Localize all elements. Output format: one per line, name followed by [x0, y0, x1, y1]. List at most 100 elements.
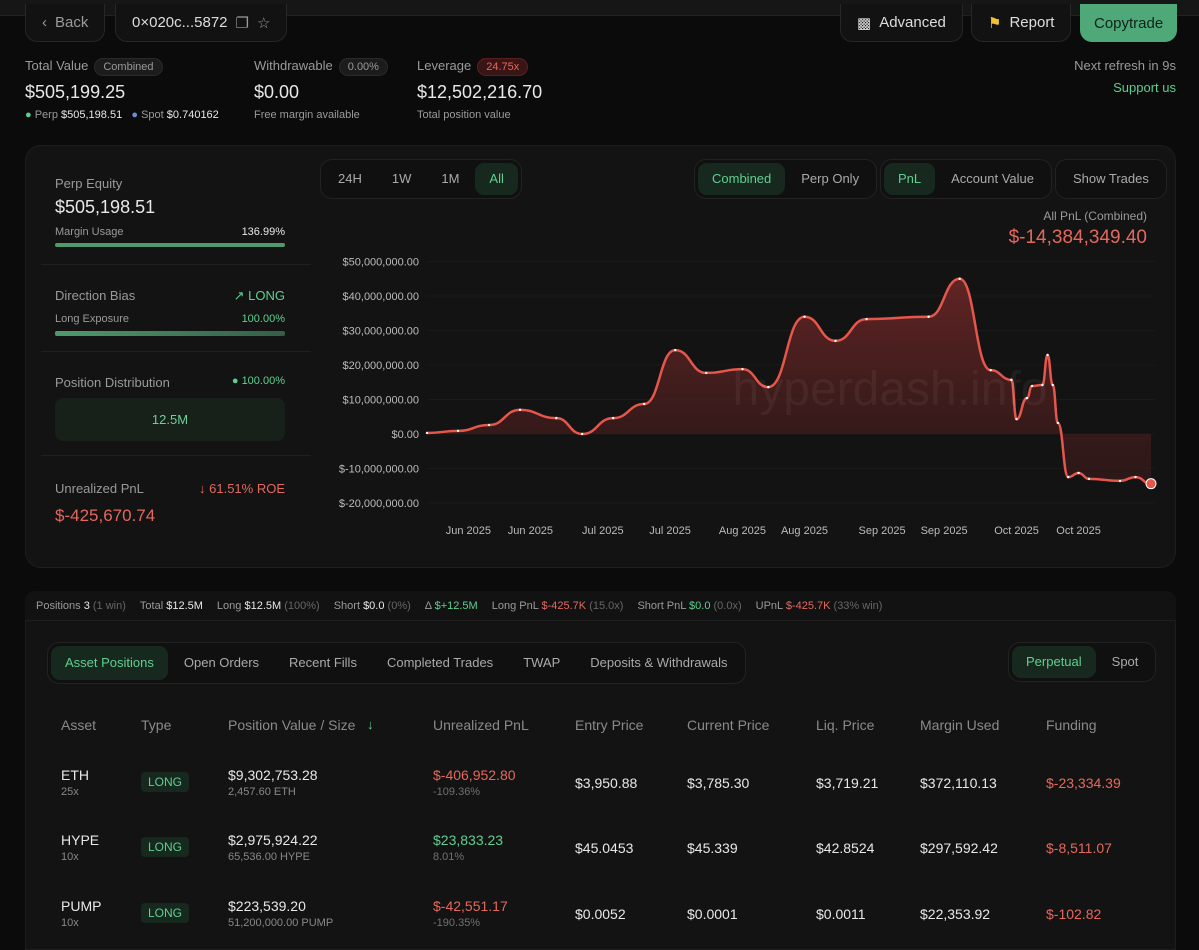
column-header: Entry Price — [575, 717, 644, 733]
trending-up-icon: ↗ — [233, 288, 245, 303]
position-value-cell: $223,539.20 51,200,000.00 PUMP — [228, 898, 334, 929]
x-tick-label: Jun 2025 — [508, 525, 553, 537]
margin-cell: $297,592.42 — [920, 840, 998, 856]
direction-bias: Direction Bias ↗ LONG Long Exposure 100.00… — [55, 288, 285, 336]
stat-item: Short PnL $0.0 (0.0x) — [637, 600, 742, 612]
sort-arrow-icon[interactable]: ↓ — [367, 717, 374, 732]
tab-completed-trades[interactable]: Completed Trades — [373, 646, 507, 680]
column-header: Margin Used — [920, 717, 1000, 733]
range-all[interactable]: All — [475, 163, 518, 195]
long-exposure-bar — [55, 331, 285, 336]
stat-item: Δ $+12.5M — [424, 600, 478, 612]
funding-cell: $-23,334.39 — [1046, 775, 1121, 791]
data-point — [1145, 478, 1157, 490]
data-point — [643, 402, 646, 406]
copy-icon[interactable]: ❐ — [236, 14, 249, 32]
stats-bar: Positions 3 (1 win) Total $12.5M Long $12… — [25, 591, 1176, 621]
entry-cell: $45.0453 — [575, 840, 634, 856]
y-tick-label: $10,000,000.00 — [343, 395, 419, 407]
data-point — [555, 416, 558, 420]
mode-perp-only[interactable]: Perp Only — [787, 163, 873, 195]
metric-pnl[interactable]: PnL — [884, 163, 936, 195]
unrealized-pnl-cell: $-42,551.17 -190.35% — [433, 898, 508, 929]
refresh-timer: Next refresh in 9s — [1074, 58, 1176, 73]
x-tick-label: Sep 2025 — [921, 525, 968, 537]
copytrade-button[interactable]: Copytrade — [1080, 4, 1178, 42]
margin-usage-bar — [55, 243, 285, 247]
data-point — [958, 277, 961, 280]
range-24h[interactable]: 24H — [324, 163, 376, 195]
chart-title: All PnL (Combined) — [1043, 209, 1147, 223]
combined-pill: Combined — [94, 58, 163, 76]
support-link[interactable]: Support us — [1113, 80, 1176, 95]
x-tick-label: Aug 2025 — [781, 525, 828, 537]
distribution-bar: 12.5M — [55, 398, 285, 441]
market-spot[interactable]: Spot — [1098, 646, 1153, 678]
entry-cell: $0.0052 — [575, 906, 626, 922]
x-tick-label: Oct 2025 — [1056, 525, 1101, 537]
liq-cell: $0.0011 — [816, 906, 866, 922]
data-point — [580, 432, 584, 436]
long-badge: LONG — [141, 772, 190, 792]
range-1w[interactable]: 1W — [378, 163, 426, 195]
data-point — [865, 317, 868, 321]
stat-item: Positions 3 (1 win) — [36, 600, 126, 612]
wallet-address: 0×020c...5872 — [132, 14, 228, 31]
position-distribution: Position Distribution ● 100.00% 12.5M — [55, 375, 285, 441]
data-point — [927, 315, 930, 318]
unrealized-pnl-cell: $-406,952.80 -109.36% — [433, 767, 516, 798]
leverage-block: Leverage 24.75x $12,502,216.70 Total posi… — [417, 58, 543, 121]
data-point — [674, 348, 677, 352]
data-point — [425, 431, 429, 435]
pnl-headline: $-14,384,349.40 — [1008, 227, 1147, 248]
data-point — [803, 315, 806, 318]
divider — [41, 264, 311, 265]
stat-item: Short $0.0 (0%) — [333, 600, 411, 612]
metric-account-value[interactable]: Account Value — [937, 163, 1048, 195]
column-header[interactable]: Position Value / Size — [228, 717, 355, 733]
tab-recent-fills[interactable]: Recent Fills — [275, 646, 371, 680]
type-cell: LONG — [141, 837, 190, 857]
column-header: Asset — [61, 717, 97, 733]
metric-selector: PnL Account Value — [880, 159, 1053, 199]
total-value-block: Total Value Combined $505,199.25 ● Perp $… — [25, 58, 219, 121]
column-header: Liq. Price — [816, 717, 875, 733]
stat-item: Long PnL $-425.7K (15.0x) — [491, 600, 624, 612]
divider — [41, 351, 311, 352]
y-tick-label: $30,000,000.00 — [343, 326, 419, 338]
range-selector: 24H 1W 1M All — [320, 159, 522, 199]
y-tick-label: $50,000,000.00 — [343, 257, 419, 269]
range-1m[interactable]: 1M — [427, 163, 473, 195]
mode-selector: Combined Perp Only — [694, 159, 878, 199]
positions-tabs: Asset Positions Open Orders Recent Fills Co… — [47, 642, 746, 684]
position-value-cell: $2,975,924.22 65,536.00 HYPE — [228, 832, 318, 863]
y-tick-label: $40,000,000.00 — [343, 291, 419, 303]
data-point — [487, 423, 491, 427]
unrealized-pnl-cell: $23,833.23 8.01% — [433, 832, 504, 863]
total-value: $505,199.25 — [25, 82, 126, 102]
spot-dot-icon: ● — [131, 109, 139, 121]
x-tick-label: Jul 2025 — [649, 525, 691, 537]
data-point — [1067, 475, 1070, 479]
back-button[interactable]: ‹ Back — [25, 4, 106, 42]
y-tick-label: $0.00 — [391, 429, 419, 441]
show-trades-toggle[interactable]: Show Trades — [1055, 159, 1167, 199]
star-icon[interactable]: ☆ — [257, 14, 270, 32]
tab-deposits-withdrawals[interactable]: Deposits & Withdrawals — [576, 646, 741, 680]
tab-asset-positions[interactable]: Asset Positions — [51, 646, 168, 680]
tab-open-orders[interactable]: Open Orders — [170, 646, 273, 680]
column-header: Unrealized PnL — [433, 717, 529, 733]
report-button[interactable]: ⚑ Report — [971, 4, 1072, 42]
stat-item: Total $12.5M — [139, 600, 203, 612]
data-point — [1134, 475, 1137, 479]
bar-chart-icon: ▩ — [857, 14, 872, 32]
market-perpetual[interactable]: Perpetual — [1012, 646, 1096, 678]
data-point — [1056, 421, 1060, 425]
x-tick-label: Oct 2025 — [994, 525, 1039, 537]
mode-combined[interactable]: Combined — [698, 163, 786, 195]
pnl-chart: $50,000,000.00 $40,000,000.00 $30,000,000.… — [339, 257, 1157, 537]
asset-cell: ETH 25x — [61, 767, 89, 798]
tab-twap[interactable]: TWAP — [509, 646, 574, 680]
advanced-button[interactable]: ▩ Advanced — [840, 4, 963, 42]
y-tick-label: $20,000,000.00 — [343, 360, 419, 372]
